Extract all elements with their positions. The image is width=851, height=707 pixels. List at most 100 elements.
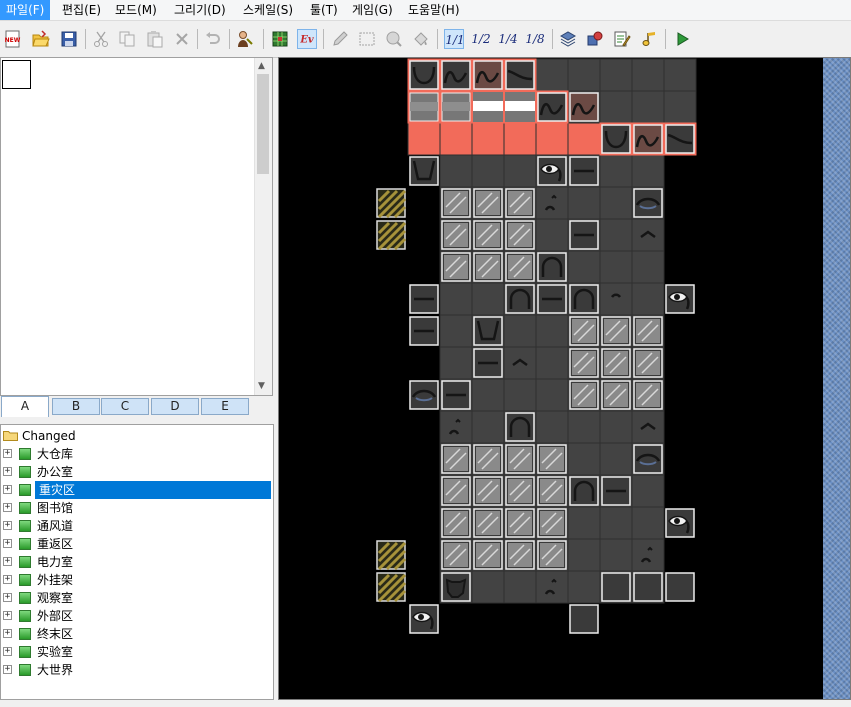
map-cell[interactable] — [471, 154, 505, 188]
map-cell[interactable] — [599, 250, 633, 284]
tab-c[interactable]: C — [101, 398, 149, 415]
event-tile-white-band[interactable] — [471, 90, 505, 124]
tree-node-map[interactable]: + 重返区 — [1, 535, 273, 553]
event-tile-dome-blue[interactable] — [409, 380, 439, 410]
expand-plus-icon[interactable]: + — [3, 539, 12, 548]
expand-plus-icon[interactable]: + — [3, 593, 12, 602]
map-cell[interactable] — [535, 122, 569, 156]
event-tile-glass[interactable] — [505, 220, 535, 250]
map-cell[interactable] — [631, 250, 665, 284]
map-cell[interactable] — [535, 570, 569, 604]
event-tile-glass[interactable] — [505, 540, 535, 570]
event-tile-glass[interactable] — [441, 476, 471, 506]
event-tile-glass[interactable] — [473, 188, 503, 218]
map-cell[interactable] — [567, 122, 601, 156]
event-tile-cup[interactable] — [473, 316, 503, 346]
event-tile-empty-box[interactable] — [665, 572, 695, 602]
map-cell[interactable] — [567, 538, 601, 572]
event-tile-stripes[interactable] — [376, 188, 407, 219]
event-tile-white-band[interactable] — [503, 90, 537, 124]
map-cell[interactable] — [599, 282, 633, 316]
new-button[interactable]: NEW — [3, 29, 23, 49]
event-tile-wave[interactable] — [439, 58, 473, 92]
expand-plus-icon[interactable]: + — [3, 485, 12, 494]
event-tile-glass[interactable] — [505, 508, 535, 538]
event-tile-glass[interactable] — [633, 348, 663, 378]
cut-button[interactable] — [91, 29, 111, 49]
event-tile-glass[interactable] — [633, 380, 663, 410]
map-cell[interactable] — [599, 506, 633, 540]
tab-d[interactable]: D — [151, 398, 199, 415]
event-tile-stripes[interactable] — [376, 540, 407, 571]
map-cell[interactable] — [631, 154, 665, 188]
event-tile-glass[interactable] — [505, 252, 535, 282]
event-tile-cup[interactable] — [409, 156, 439, 186]
sound-test-button[interactable] — [640, 29, 660, 49]
expand-plus-icon[interactable]: + — [3, 611, 12, 620]
tree-node-map[interactable]: + 外部区 — [1, 607, 273, 625]
event-tile-eye[interactable] — [409, 604, 439, 634]
event-tile-glass[interactable] — [473, 252, 503, 282]
map-cell[interactable] — [503, 378, 537, 412]
map-cell[interactable] — [663, 58, 697, 92]
event-tile-arch[interactable] — [537, 252, 567, 282]
event-tile-arch[interactable] — [505, 412, 535, 442]
event-tile-hline[interactable] — [569, 220, 599, 250]
expand-plus-icon[interactable]: + — [3, 449, 12, 458]
event-tile-glass[interactable] — [473, 508, 503, 538]
scale-1-4-button[interactable]: 1/4 — [498, 29, 518, 49]
tileset-selected-tile[interactable] — [2, 60, 31, 89]
map-cell[interactable] — [567, 250, 601, 284]
event-tile-glass[interactable] — [601, 316, 631, 346]
map-cell[interactable] — [567, 410, 601, 444]
expand-plus-icon[interactable]: + — [3, 647, 12, 656]
tree-root[interactable]: Changed — [3, 428, 76, 444]
event-tile-curve-l[interactable] — [599, 122, 633, 156]
map-cell[interactable] — [599, 410, 633, 444]
menu-edit[interactable]: 편집(E) — [56, 0, 107, 20]
event-tile-slope[interactable] — [503, 58, 537, 92]
map-cell[interactable] — [631, 90, 665, 124]
event-tile-glass[interactable] — [505, 188, 535, 218]
event-tile-bar[interactable] — [439, 90, 473, 124]
tree-node-map[interactable]: + 外挂架 — [1, 571, 273, 589]
event-tile-bar[interactable] — [407, 90, 441, 124]
ellipse-button[interactable] — [384, 29, 404, 49]
event-tile-glass[interactable] — [473, 476, 503, 506]
delete-button[interactable] — [172, 29, 192, 49]
event-tile-dome-blue[interactable] — [633, 444, 663, 474]
expand-plus-icon[interactable]: + — [3, 575, 12, 584]
map-cell[interactable] — [535, 58, 569, 92]
event-tile-glass[interactable] — [441, 220, 471, 250]
map-cell[interactable] — [599, 538, 633, 572]
database-button[interactable] — [558, 29, 578, 49]
event-tile-curve-l[interactable] — [407, 58, 441, 92]
tree-node-map[interactable]: + 大世界 — [1, 661, 273, 679]
map-cell[interactable] — [599, 442, 633, 476]
event-tile-glass[interactable] — [633, 316, 663, 346]
paste-button[interactable] — [145, 29, 165, 49]
map-cell[interactable] — [663, 90, 697, 124]
tileset-scroll-thumb[interactable] — [257, 74, 269, 174]
map-cell[interactable] — [535, 410, 569, 444]
event-tile-glass[interactable] — [473, 540, 503, 570]
undo-button[interactable] — [203, 29, 223, 49]
expand-plus-icon[interactable]: + — [3, 629, 12, 638]
scroll-down-icon[interactable]: ▼ — [258, 381, 265, 391]
map-editor-canvas[interactable] — [278, 57, 851, 700]
open-button[interactable] — [31, 29, 51, 49]
map-cell[interactable] — [599, 186, 633, 220]
map-cell[interactable] — [535, 218, 569, 252]
map-cell[interactable] — [599, 154, 633, 188]
event-tile-glass[interactable] — [569, 316, 599, 346]
map-cell[interactable] — [599, 58, 633, 92]
event-tile-hline[interactable] — [601, 476, 631, 506]
event-tile-eye[interactable] — [665, 284, 695, 314]
tree-node-map[interactable]: + 图书馆 — [1, 499, 273, 517]
event-tile-wave-brown[interactable] — [631, 122, 665, 156]
menu-game[interactable]: 게임(G) — [346, 0, 399, 20]
event-tile-hline[interactable] — [409, 284, 439, 314]
map-tree-panel[interactable]: Changed + 大仓库 + 办公室 + 重灾区 + 图书馆 + 通风道 + 重返区 + 电力室 + 外挂架… — [0, 424, 274, 700]
event-tile-glass[interactable] — [505, 476, 535, 506]
map-cell[interactable] — [535, 314, 569, 348]
